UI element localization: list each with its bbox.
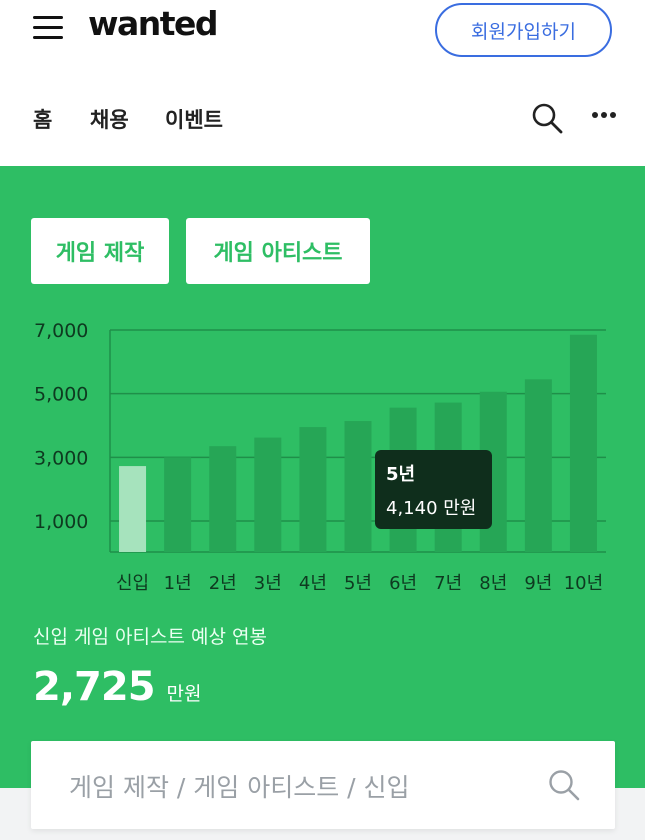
tooltip-title: 5년 — [386, 464, 416, 485]
more-options-icon[interactable] — [592, 112, 618, 120]
job-search-input[interactable]: 게임 제작 / 게임 아티스트 / 신입 — [31, 741, 615, 829]
salary-bar-chart: 1,000 3,000 5,000 7,000 신입 1년 2년 3년 4년 5년 6년 7년 8년 9년… — [34, 320, 606, 594]
chart-bar — [164, 457, 192, 552]
chart-tooltip: 5년 4,140 만원 — [375, 450, 492, 529]
salary-chart: 1,000 3,000 5,000 7,000 신입 1년 2년 3년 4년 5년 6년 7년 8년 9년… — [0, 300, 645, 600]
search-placeholder: 게임 제작 / 게임 아티스트 / 신입 — [69, 773, 410, 802]
search-icon[interactable] — [547, 768, 581, 802]
y-tick-label: 3,000 — [34, 447, 88, 469]
x-tick-label: 1년 — [164, 573, 192, 594]
chart-bar — [119, 466, 147, 552]
wanted-logo[interactable]: wanted — [88, 4, 219, 43]
chart-bar — [254, 437, 282, 552]
chart-bar — [524, 379, 552, 552]
x-tick-label: 9년 — [524, 573, 552, 594]
salary-value-row: 2,725 만원 — [33, 664, 202, 710]
chart-bar — [344, 421, 372, 552]
nav-item-events[interactable]: 이벤트 — [165, 104, 223, 134]
y-tick-label: 1,000 — [34, 511, 88, 533]
nav-item-home[interactable]: 홈 — [33, 104, 52, 134]
top-bar: wanted 회원가입하기 — [0, 0, 645, 62]
x-tick-label: 3년 — [254, 573, 282, 594]
signup-button[interactable]: 회원가입하기 — [435, 3, 612, 57]
x-tick-label: 2년 — [209, 573, 237, 594]
x-tick-label: 10년 — [564, 573, 603, 594]
search-icon[interactable] — [531, 102, 563, 134]
chart-bar — [569, 334, 597, 552]
x-tick-label: 7년 — [434, 573, 462, 594]
y-tick-label: 7,000 — [34, 320, 88, 342]
x-tick-label: 6년 — [389, 573, 417, 594]
x-tick-label: 8년 — [479, 573, 507, 594]
x-tick-label: 4년 — [299, 573, 327, 594]
job-role-chip[interactable]: 게임 아티스트 — [186, 218, 370, 284]
salary-number: 2,725 — [33, 664, 156, 710]
chart-bar — [209, 446, 237, 552]
x-tick-label: 5년 — [344, 573, 372, 594]
main-nav: 홈 채용 이벤트 — [0, 62, 645, 166]
y-tick-label: 5,000 — [34, 384, 88, 406]
job-category-chip[interactable]: 게임 제작 — [31, 218, 169, 284]
tooltip-value: 4,140 만원 — [386, 498, 477, 519]
nav-item-jobs[interactable]: 채용 — [90, 104, 129, 134]
x-tick-label: 신입 — [116, 573, 149, 594]
salary-unit: 만원 — [166, 683, 202, 705]
hamburger-menu-icon[interactable] — [33, 16, 63, 40]
chart-bar — [299, 427, 327, 552]
salary-label: 신입 게임 아티스트 예상 연봉 — [33, 626, 267, 648]
